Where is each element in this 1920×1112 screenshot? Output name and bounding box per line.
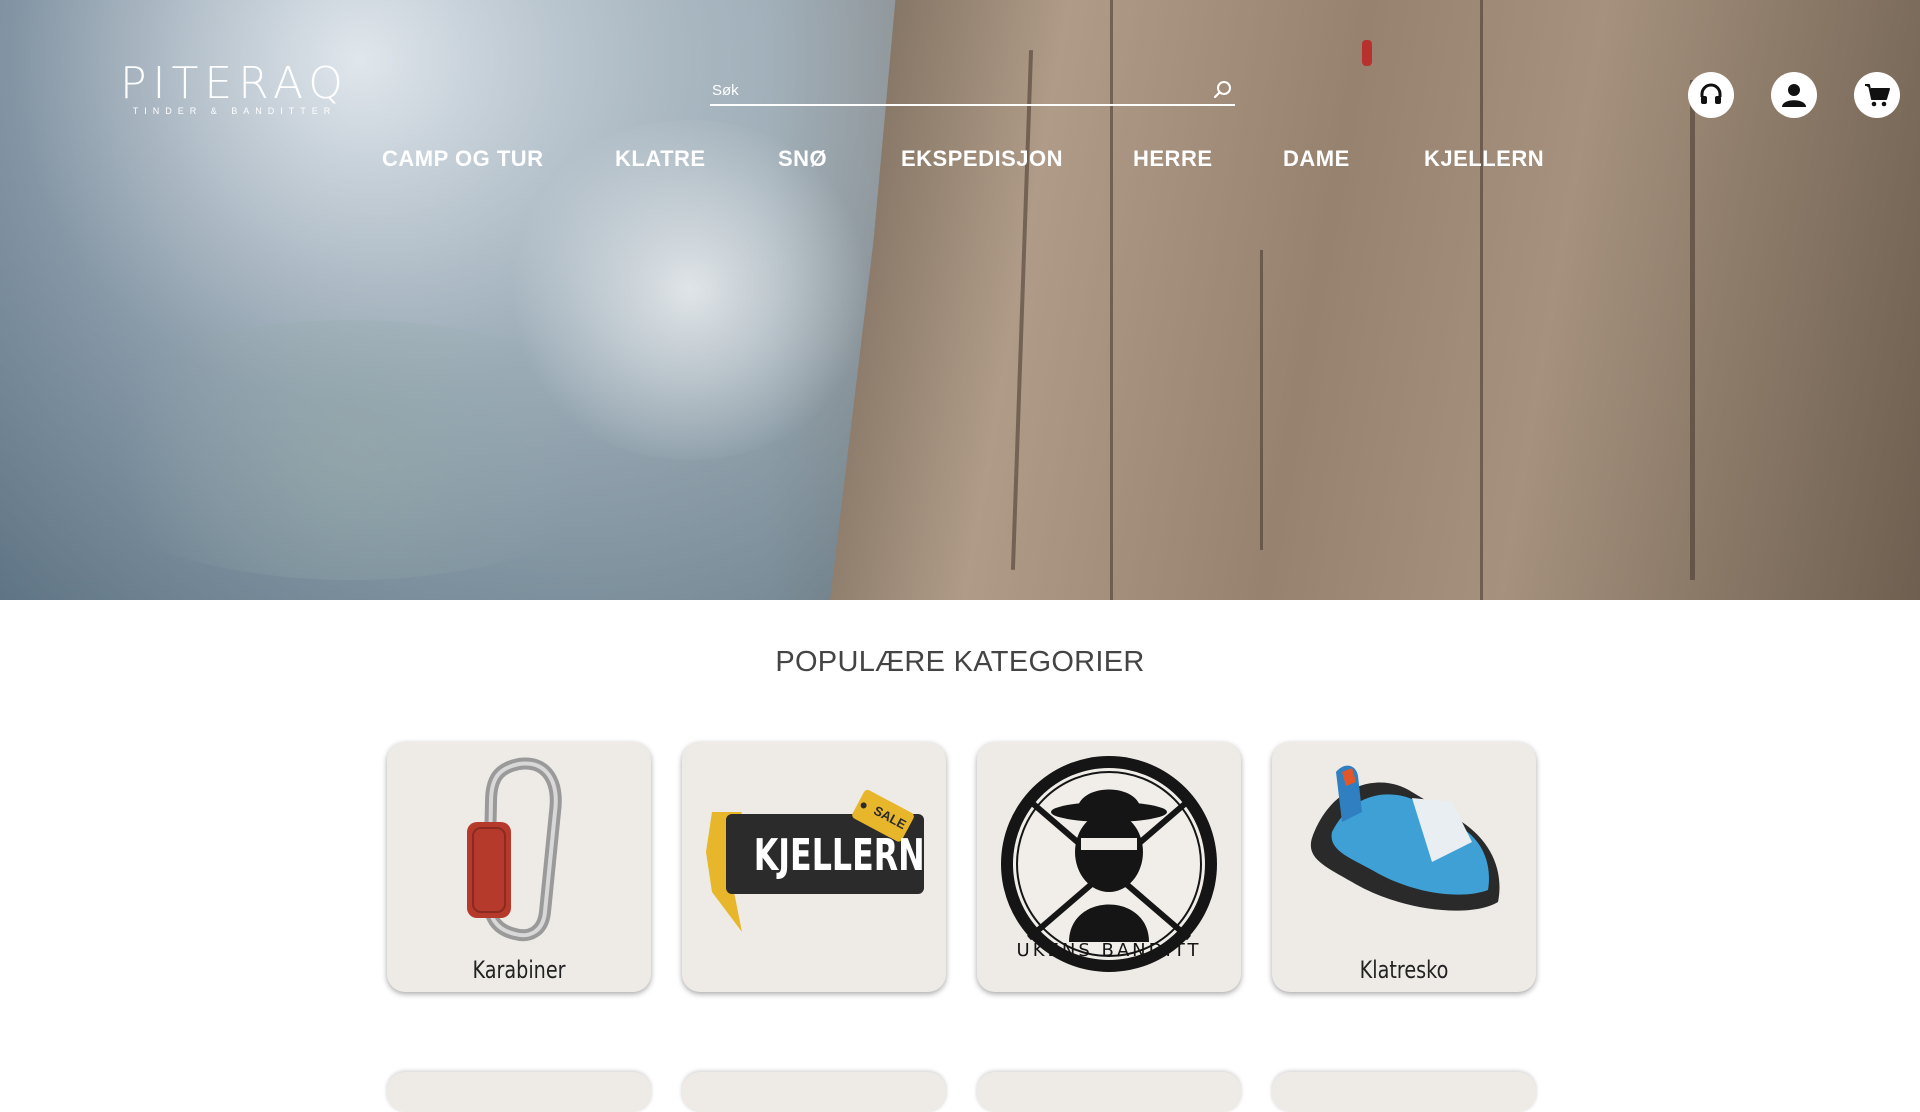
category-card-karabiner[interactable]: Karabiner [387,742,651,992]
kjellern-logo-text: KJELLERN [753,830,925,881]
hero-banner: PITERAQ TINDER & BANDITTER CAMP OG TUR K… [0,0,1920,600]
cart-button[interactable] [1854,72,1900,118]
category-card-kjellern[interactable]: KJELLERN SALE [682,742,946,992]
main-nav: CAMP OG TUR KLATRE SNØ EKSPEDISJON HERRE… [0,146,1920,176]
site-logo[interactable]: PITERAQ TINDER & BANDITTER [120,58,349,117]
headset-icon [1700,83,1722,104]
account-button[interactable] [1771,72,1817,118]
category-card[interactable] [977,1072,1241,1112]
search-bar [710,76,1235,106]
category-label: Klatresko [1359,956,1449,984]
cliff-crack [1480,0,1483,600]
nav-item-kjellern[interactable]: KJELLERN [1424,146,1544,172]
category-card[interactable] [387,1072,651,1112]
climber-figure [1362,40,1372,66]
category-card[interactable] [1272,1072,1536,1112]
logo-wordmark: PITERAQ [120,58,349,109]
section-title: POPULÆRE KATEGORIER [775,646,1145,678]
nav-item-herre[interactable]: HERRE [1133,146,1213,172]
nav-item-camp-og-tur[interactable]: CAMP OG TUR [382,146,544,172]
ukens-banditt-text: UKENS BANDITT [1016,940,1202,961]
logo-tagline: TINDER & BANDITTER [132,106,337,116]
nav-item-sno[interactable]: SNØ [778,146,827,172]
nav-item-dame[interactable]: DAME [1283,146,1350,172]
category-card[interactable] [682,1072,946,1112]
category-card-klatresko[interactable]: Klatresko [1272,742,1536,992]
search-input[interactable] [710,81,1190,99]
search-icon[interactable] [1211,78,1235,102]
cliff-crack [1260,250,1263,550]
cart-icon [1865,84,1890,107]
customer-service-button[interactable] [1688,72,1734,118]
nav-item-klatre[interactable]: KLATRE [615,146,706,172]
carabiner-icon [467,757,562,942]
nav-item-ekspedisjon[interactable]: EKSPEDISJON [901,146,1063,172]
climbing-shoe-icon [1310,765,1500,911]
category-card-ukens-banditt[interactable]: UKENS BANDITT [977,742,1241,992]
user-icon [1782,84,1806,107]
category-label: Karabiner [472,956,566,984]
